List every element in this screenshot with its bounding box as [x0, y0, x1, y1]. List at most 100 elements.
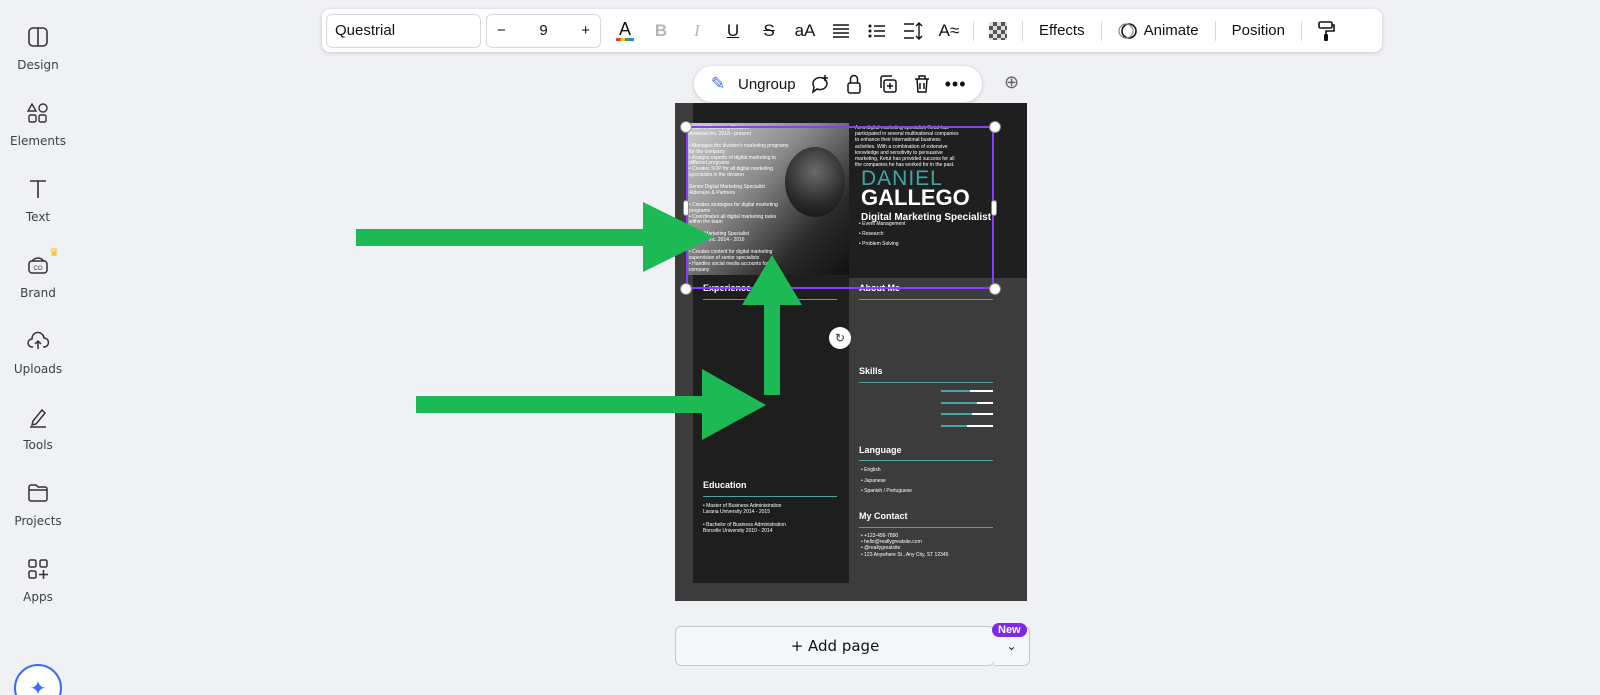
sidebar-item-label: Design [17, 58, 59, 72]
underline-icon: U [726, 20, 740, 40]
paint-roller-icon [1318, 20, 1335, 41]
sidebar-item-uploads[interactable]: Uploads [0, 328, 76, 398]
new-badge: New [992, 623, 1027, 637]
education-heading: Education [703, 480, 747, 490]
sidebar-item-projects[interactable]: Projects [0, 480, 76, 550]
letter-case-icon: aA [794, 20, 816, 40]
divider [859, 460, 993, 461]
text-line: • 123 Anywhere St., Any City, ST 12345 [861, 551, 949, 558]
more-options-button[interactable]: ••• [942, 70, 970, 98]
language-heading: Language [859, 445, 902, 455]
transparency-button[interactable] [980, 14, 1016, 48]
resize-handle-bl[interactable] [680, 283, 692, 295]
selection-box[interactable] [686, 126, 994, 289]
text-line: Borcelle University 2010 - 2014 [703, 527, 773, 534]
bold-icon: B [654, 20, 668, 40]
crown-icon: ♛ [49, 247, 59, 259]
effects-label: Effects [1039, 22, 1085, 39]
comment-button[interactable] [806, 70, 834, 98]
divider [1100, 20, 1102, 41]
text-line: • English [861, 467, 881, 473]
font-size-stepper[interactable]: − 9 + [486, 13, 601, 48]
sidebar-item-design[interactable]: Design [0, 24, 76, 94]
chevron-down-icon: ⌄ [1006, 639, 1017, 653]
contact-heading: My Contact [859, 511, 908, 521]
text-line: • Spanish / Portuguese [861, 488, 912, 494]
animate-label: Animate [1143, 22, 1199, 39]
resize-handle-right[interactable] [991, 200, 997, 216]
letter-case-button[interactable]: aA [787, 14, 823, 48]
magic-wand-icon: ✎ [710, 74, 726, 93]
sidebar-item-label: Apps [23, 590, 53, 604]
sidebar-item-text[interactable]: Text [0, 176, 76, 246]
add-page-button[interactable]: + Add page [675, 626, 995, 666]
increase-size-button[interactable]: + [581, 22, 590, 39]
animate-icon [1117, 22, 1137, 39]
lock-button[interactable] [840, 70, 868, 98]
italic-icon: I [694, 20, 700, 40]
skill-level-bar [941, 401, 977, 404]
magic-ai-button[interactable]: ✦ [14, 664, 62, 695]
text-settings-icon: A≈ [938, 20, 960, 40]
arrow-right-icon [416, 369, 766, 440]
skill-level-remainder [967, 424, 993, 427]
text-color-icon: A [616, 19, 634, 41]
apps-icon [25, 556, 51, 582]
rotate-handle[interactable]: ↻ [829, 327, 851, 349]
resize-handle-tl[interactable] [680, 121, 692, 133]
brand-icon: CO ♛ [25, 247, 59, 278]
transparency-icon [989, 21, 1007, 40]
svg-text:CO: CO [34, 266, 43, 272]
skill-level-remainder [972, 413, 993, 415]
font-size-value[interactable]: 9 [539, 22, 547, 39]
copy-style-button[interactable] [1308, 14, 1344, 48]
font-family-dropdown[interactable]: Questrial [326, 13, 481, 48]
skill-level-bar [941, 413, 972, 415]
divider [1301, 20, 1302, 41]
trash-icon [914, 75, 929, 93]
divider [859, 299, 993, 300]
more-horizontal-icon: ••• [944, 73, 967, 94]
skill-level-remainder [977, 401, 993, 404]
effects-button[interactable]: Effects [1029, 22, 1095, 39]
magic-edit-button[interactable]: ✎ [704, 70, 732, 98]
sparkle-icon: ✦ [29, 677, 47, 695]
ungroup-button[interactable]: Ungroup [738, 76, 796, 93]
strikethrough-icon: S [763, 20, 775, 40]
resize-handle-br[interactable] [989, 283, 1001, 295]
skill-level-bar [941, 424, 967, 427]
animate-button[interactable]: Animate [1108, 21, 1209, 41]
add-page-icon[interactable]: ⊕ [1004, 72, 1019, 93]
text-color-button[interactable]: A [607, 14, 643, 48]
resize-handle-tr[interactable] [989, 121, 1001, 133]
strikethrough-button[interactable]: S [751, 14, 787, 48]
text-effects-button[interactable]: A≈ [931, 14, 967, 48]
lock-icon [846, 74, 861, 94]
divider [703, 496, 837, 497]
sidebar-item-elements[interactable]: Elements [0, 100, 76, 170]
sidebar-item-label: Projects [14, 514, 62, 528]
italic-button[interactable]: I [679, 14, 715, 48]
duplicate-button[interactable] [874, 70, 902, 98]
text-line: • Japanese [861, 477, 886, 484]
text-toolbar: Questrial − 9 + A B I U S aA A≈ Effects … [322, 9, 1382, 52]
duplicate-icon [879, 75, 897, 93]
line-spacing-icon [904, 21, 923, 40]
sidebar-item-apps[interactable]: Apps [0, 556, 76, 626]
divider [1214, 20, 1216, 41]
position-button[interactable]: Position [1222, 22, 1295, 39]
sidebar-item-label: Tools [23, 438, 53, 452]
sidebar-item-label: Text [25, 210, 51, 224]
bold-button[interactable]: B [643, 14, 679, 48]
decrease-size-button[interactable]: − [497, 22, 506, 39]
spacing-button[interactable] [895, 14, 931, 48]
sidebar-item-brand[interactable]: CO ♛ Brand [0, 247, 76, 322]
text-icon [25, 176, 51, 202]
underline-button[interactable]: U [715, 14, 751, 48]
sidebar-item-label: Brand [20, 286, 56, 300]
sidebar-item-label: Elements [10, 134, 66, 148]
align-button[interactable] [823, 14, 859, 48]
list-button[interactable] [859, 14, 895, 48]
delete-button[interactable] [908, 70, 936, 98]
sidebar-item-tools[interactable]: Tools [0, 404, 76, 474]
